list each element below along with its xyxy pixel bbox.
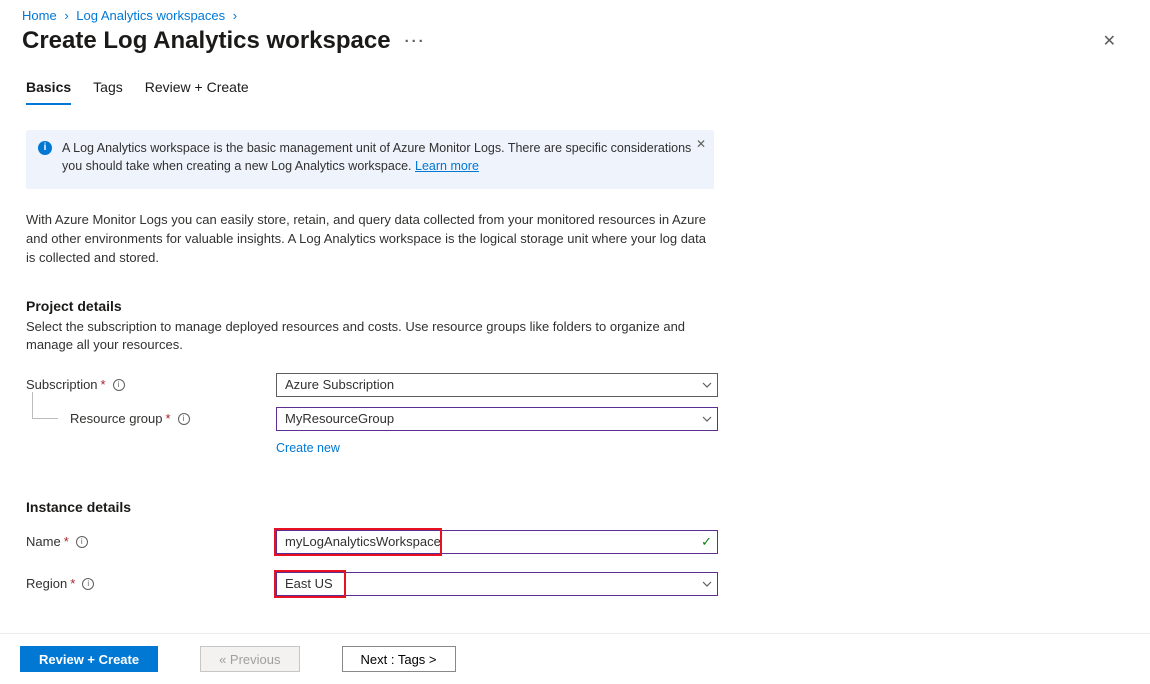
previous-button: « Previous xyxy=(200,646,299,672)
chevron-right-icon: › xyxy=(64,8,68,23)
info-banner: i A Log Analytics workspace is the basic… xyxy=(26,130,714,189)
tabs: Basics Tags Review + Create xyxy=(0,73,1150,106)
breadcrumb: Home › Log Analytics workspaces › xyxy=(0,0,1150,27)
close-icon[interactable]: ✕ xyxy=(1099,27,1120,55)
resource-group-label: Resource group xyxy=(70,411,163,426)
breadcrumb-log-analytics[interactable]: Log Analytics workspaces xyxy=(76,8,225,23)
required-indicator: * xyxy=(64,534,69,549)
required-indicator: * xyxy=(101,377,106,392)
check-icon: ✓ xyxy=(701,534,712,550)
info-icon[interactable]: i xyxy=(82,578,94,590)
info-icon[interactable]: i xyxy=(178,413,190,425)
required-indicator: * xyxy=(166,411,171,426)
tab-tags[interactable]: Tags xyxy=(93,73,123,105)
review-create-button[interactable]: Review + Create xyxy=(20,646,158,672)
subscription-select[interactable]: Azure Subscription xyxy=(276,373,718,397)
subscription-value: Azure Subscription xyxy=(285,377,394,392)
tab-basics[interactable]: Basics xyxy=(26,73,71,105)
create-new-link[interactable]: Create new xyxy=(276,441,340,455)
info-banner-text: A Log Analytics workspace is the basic m… xyxy=(62,141,691,173)
more-actions-button[interactable]: ··· xyxy=(405,33,426,50)
footer-bar: Review + Create « Previous Next : Tags > xyxy=(0,633,1150,684)
subscription-label: Subscription xyxy=(26,377,98,392)
info-icon: i xyxy=(38,140,52,175)
name-value: myLogAnalyticsWorkspace xyxy=(285,534,441,549)
project-details-sub: Select the subscription to manage deploy… xyxy=(26,318,706,354)
intro-text: With Azure Monitor Logs you can easily s… xyxy=(26,211,714,268)
region-select[interactable]: East US xyxy=(276,572,718,596)
page-title: Create Log Analytics workspace xyxy=(22,27,391,55)
tab-review-create[interactable]: Review + Create xyxy=(145,73,249,105)
required-indicator: * xyxy=(70,576,75,591)
learn-more-link[interactable]: Learn more xyxy=(415,159,479,173)
info-icon[interactable]: i xyxy=(76,536,88,548)
resource-group-value: MyResourceGroup xyxy=(285,411,394,426)
instance-details-title: Instance details xyxy=(26,499,714,515)
info-icon[interactable]: i xyxy=(113,379,125,391)
name-label: Name xyxy=(26,534,61,549)
region-label: Region xyxy=(26,576,67,591)
resource-group-select[interactable]: MyResourceGroup xyxy=(276,407,718,431)
info-banner-close[interactable]: ✕ xyxy=(696,136,706,153)
next-button[interactable]: Next : Tags > xyxy=(342,646,456,672)
name-input[interactable]: myLogAnalyticsWorkspace xyxy=(276,530,718,554)
chevron-right-icon: › xyxy=(233,8,237,23)
project-details-title: Project details xyxy=(26,298,714,314)
region-value: East US xyxy=(285,576,333,591)
breadcrumb-home[interactable]: Home xyxy=(22,8,57,23)
